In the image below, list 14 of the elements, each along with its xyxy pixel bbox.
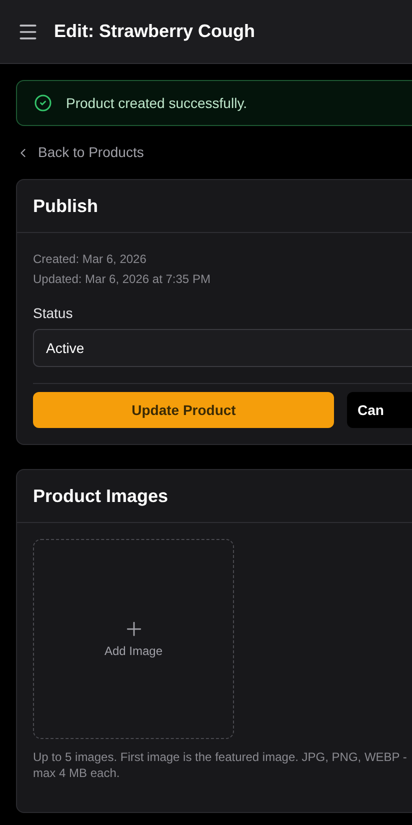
image-hint: Up to 5 images. First image is the featured image. JPG, PNG, WEBP - max 4 MB each.	[33, 749, 408, 781]
card-title: Product Images	[33, 484, 168, 508]
cancel-button[interactable]: Can	[347, 392, 412, 428]
updated-date: Updated: Mar 6, 2026 at 7:35 PM	[33, 271, 212, 288]
add-image-button[interactable]: Add Image	[33, 539, 234, 739]
status-label: Status	[33, 304, 74, 323]
card-title: Publish	[33, 194, 98, 218]
alert-message: Product created successfully.	[66, 94, 248, 113]
page-title: Edit: Strawberry Cough	[54, 20, 256, 43]
check-circle-icon	[34, 94, 52, 112]
created-date: Created: Mar 6, 2026	[33, 251, 148, 268]
status-select[interactable]: Active	[33, 329, 412, 367]
back-link[interactable]: Back to Products	[16, 142, 144, 163]
update-button[interactable]: Update Product	[33, 392, 334, 428]
